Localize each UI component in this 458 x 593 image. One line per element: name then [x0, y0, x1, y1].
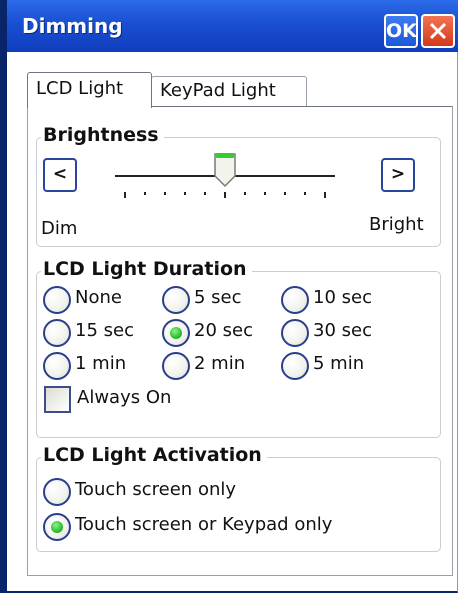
radio-selected-dot	[170, 327, 182, 339]
radio-label-touch-screen-only: Touch screen only	[75, 479, 237, 500]
radio-20-sec[interactable]	[162, 319, 190, 347]
radio-label-2-min: 2 min	[194, 353, 246, 374]
radio-label-1-min: 1 min	[75, 353, 127, 374]
radio-touch-screen-or-keypad[interactable]	[43, 513, 71, 541]
radio-10-sec[interactable]	[281, 286, 309, 314]
slider-tick	[324, 192, 326, 198]
lcd-light-activation-group: LCD Light Activation Touch screen only T…	[36, 444, 441, 552]
slider-tick	[124, 192, 126, 198]
brightness-increase-button[interactable]: >	[381, 158, 415, 192]
slider-tick	[304, 192, 306, 195]
duration-group-title: LCD Light Duration	[41, 258, 252, 280]
slider-tick	[244, 192, 246, 195]
radio-label-none: None	[75, 287, 122, 308]
slider-tick	[144, 192, 146, 195]
tab-lcd-light[interactable]: LCD Light	[27, 72, 152, 108]
radio-label-5-sec: 5 sec	[194, 287, 242, 308]
activation-group-title: LCD Light Activation	[41, 444, 267, 466]
radio-label-30-sec: 30 sec	[313, 320, 372, 341]
brightness-max-label: Bright	[369, 214, 424, 235]
radio-label-20-sec: 20 sec	[194, 320, 253, 341]
radio-label-touch-screen-or-keypad: Touch screen or Keypad only	[75, 514, 333, 535]
title-bar: Dimming OK	[7, 0, 458, 52]
radio-label-10-sec: 10 sec	[313, 287, 372, 308]
radio-label-5-min: 5 min	[313, 353, 365, 374]
slider-tick	[264, 192, 266, 195]
brightness-decrease-button[interactable]: <	[43, 158, 77, 192]
brightness-group: Brightness < > Dim Bright	[36, 124, 441, 247]
slider-tick	[284, 192, 286, 195]
radio-5-min[interactable]	[281, 352, 309, 380]
always-on-checkbox[interactable]	[44, 386, 71, 413]
close-button[interactable]	[421, 14, 455, 48]
close-icon	[429, 22, 447, 40]
slider-ticks	[124, 192, 326, 198]
tab-panel-lcd-light: Brightness < > Dim Bright LCD Light Dura…	[27, 106, 453, 576]
slider-tick	[204, 192, 206, 195]
radio-touch-screen-only[interactable]	[43, 478, 71, 506]
radio-1-min[interactable]	[43, 352, 71, 380]
brightness-group-title: Brightness	[41, 124, 164, 146]
tab-keypad-light[interactable]: KeyPad Light	[151, 76, 307, 107]
brightness-min-label: Dim	[41, 218, 78, 239]
slider-tick	[184, 192, 186, 195]
slider-tick	[164, 192, 166, 195]
radio-2-min[interactable]	[162, 352, 190, 380]
window-title: Dimming	[22, 14, 123, 38]
radio-label-15-sec: 15 sec	[75, 320, 134, 341]
brightness-slider[interactable]	[105, 150, 345, 210]
dimming-dialog: Dimming OK LCD Light KeyPad Light Bright…	[0, 0, 458, 593]
radio-selected-dot	[51, 521, 63, 533]
radio-30-sec[interactable]	[281, 319, 309, 347]
always-on-label: Always On	[77, 387, 172, 408]
lcd-light-duration-group: LCD Light Duration None 5 sec 10 sec 15 …	[36, 258, 441, 438]
slider-thumb[interactable]	[214, 153, 236, 188]
slider-tick	[224, 192, 226, 198]
radio-15-sec[interactable]	[43, 319, 71, 347]
radio-none[interactable]	[43, 286, 71, 314]
radio-5-sec[interactable]	[162, 286, 190, 314]
ok-button[interactable]: OK	[384, 14, 418, 48]
